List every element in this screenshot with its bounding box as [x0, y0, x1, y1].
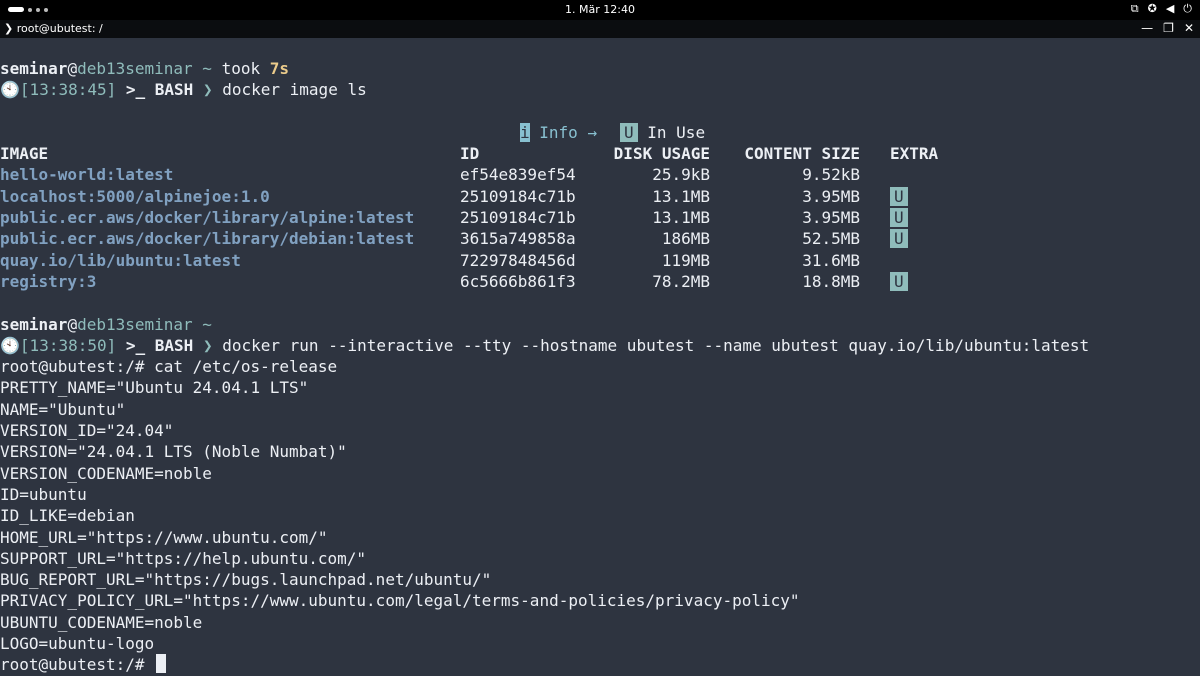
table-row: localhost:5000/alpinejoe:1.0 25109184c71b…: [0, 186, 1200, 207]
table-row: registry:3 6c5666b861f3 78.2MB 18.8MB U: [0, 271, 1200, 292]
output-line: HOME_URL="https://www.ubuntu.com/": [0, 527, 328, 547]
image-table-rows: hello-world:latest ef54e839ef54 25.9kB 9.52…: [0, 164, 1200, 292]
in-use-badge: U: [620, 122, 638, 142]
power-icon[interactable]: ⏻: [1183, 2, 1192, 16]
in-use-badge: U: [890, 186, 908, 206]
table-header: IMAGE ID DISK USAGE CONTENT SIZE EXTRA: [0, 144, 939, 164]
table-row: public.ecr.aws/docker/library/alpine:lat…: [0, 207, 1200, 228]
window-title: ❯ root@ubutest: /: [4, 22, 103, 35]
image-name-cell: public.ecr.aws/docker/library/debian:lat…: [0, 229, 415, 249]
content-size-cell: 9.52kB: [802, 165, 860, 185]
output-line: PRIVACY_POLICY_URL="https://www.ubuntu.c…: [0, 591, 800, 611]
disk-usage-cell: 119MB: [661, 250, 710, 270]
content-size-cell: 3.95MB: [802, 208, 860, 228]
content-size-cell: 3.95MB: [802, 186, 860, 206]
image-id-cell: 3615a749858a: [460, 229, 576, 249]
terminal-title-bar[interactable]: ❯ root@ubutest: / — ❐ ✕: [0, 20, 1200, 38]
image-id-cell: 6c5666b861f3: [460, 271, 576, 291]
image-id-cell: 25109184c71b: [460, 208, 576, 228]
disk-usage-cell: 13.1MB: [652, 186, 710, 206]
disk-usage-cell: 186MB: [661, 229, 710, 249]
output-line: LOGO=ubuntu-logo: [0, 634, 155, 654]
image-name-cell: registry:3: [0, 271, 97, 291]
output-line: PRETTY_NAME="Ubuntu 24.04.1 LTS": [0, 378, 309, 398]
image-id-cell: 25109184c71b: [460, 186, 576, 206]
shell-prompt[interactable]: root@ubutest:/#: [0, 654, 1200, 675]
table-row: hello-world:latest ef54e839ef54 25.9kB 9.52…: [0, 164, 1200, 185]
content-size-cell: 52.5MB: [802, 229, 860, 249]
output-line: UBUNTU_CODENAME=noble: [0, 612, 203, 632]
accessibility-icon[interactable]: ✪: [1148, 2, 1157, 16]
table-row: public.ecr.aws/docker/library/debian:lat…: [0, 228, 1200, 249]
table-row: quay.io/lib/ubuntu:latest 72297848456d 119…: [0, 250, 1200, 271]
content-size-cell: 18.8MB: [802, 271, 860, 291]
terminal-cursor: [156, 654, 167, 674]
prompt-icon: ❯: [4, 22, 14, 35]
output-line: VERSION="24.04.1 LTS (Noble Numbat)": [0, 442, 347, 462]
window-title-text: root@ubutest: /: [16, 22, 103, 35]
system-top-bar: 1. Mär 12:40 ⧉ ✪ ◀︎ ⏻: [0, 0, 1200, 20]
output-line: root@ubutest:/# cat /etc/os-release: [0, 357, 338, 377]
output-line: BUG_REPORT_URL="https://bugs.launchpad.n…: [0, 570, 492, 590]
output-line: ID_LIKE=debian: [0, 506, 135, 526]
disk-usage-cell: 78.2MB: [652, 271, 710, 291]
prompt-line: seminar@deb13seminar ~: [0, 314, 212, 334]
content-size-cell: 31.6MB: [802, 250, 860, 270]
output-line: SUPPORT_URL="https://help.ubuntu.com/": [0, 548, 367, 568]
clock[interactable]: 1. Mär 12:40: [0, 3, 1200, 16]
command-line: 🕙[13:38:50] >_ BASH ❯ docker run --inter…: [0, 335, 1090, 355]
in-use-badge: U: [890, 229, 908, 249]
system-tray[interactable]: ⧉ ✪ ◀︎ ⏻: [1131, 2, 1192, 16]
network-icon[interactable]: ⧉: [1131, 2, 1139, 16]
minimize-button[interactable]: —: [1141, 21, 1153, 35]
image-id-cell: ef54e839ef54: [460, 165, 576, 185]
close-button[interactable]: ✕: [1184, 21, 1194, 35]
container-output: root@ubutest:/# cat /etc/os-release PRETT…: [0, 356, 1200, 654]
image-id-cell: 72297848456d: [460, 250, 576, 270]
output-line: ID=ubuntu: [0, 484, 87, 504]
clock-icon: 🕙: [0, 335, 20, 355]
volume-icon[interactable]: ◀︎: [1166, 2, 1174, 16]
in-use-badge: U: [890, 271, 908, 291]
image-name-cell: public.ecr.aws/docker/library/alpine:lat…: [0, 208, 415, 228]
clock-icon: 🕙: [0, 80, 20, 100]
output-line: VERSION_ID="24.04": [0, 421, 174, 441]
image-legend: i Info → U In Use: [520, 122, 706, 142]
terminal-output[interactable]: seminar@deb13seminar ~ took 7s 🕙[13:38:4…: [0, 58, 1200, 676]
maximize-button[interactable]: ❐: [1163, 21, 1174, 35]
output-line: VERSION_CODENAME=noble: [0, 463, 212, 483]
window-controls: — ❐ ✕: [1141, 21, 1194, 35]
command-line: 🕙[13:38:45] >_ BASH ❯ docker image ls: [0, 80, 367, 100]
image-name-cell: localhost:5000/alpinejoe:1.0: [0, 186, 270, 206]
disk-usage-cell: 13.1MB: [652, 208, 710, 228]
prompt-line: seminar@deb13seminar ~ took 7s: [0, 59, 289, 78]
image-name-cell: hello-world:latest: [0, 165, 174, 185]
in-use-badge: U: [890, 208, 908, 228]
info-icon: i: [520, 122, 530, 142]
output-line: NAME="Ubuntu": [0, 399, 126, 419]
disk-usage-cell: 25.9kB: [652, 165, 710, 185]
image-name-cell: quay.io/lib/ubuntu:latest: [0, 250, 241, 270]
